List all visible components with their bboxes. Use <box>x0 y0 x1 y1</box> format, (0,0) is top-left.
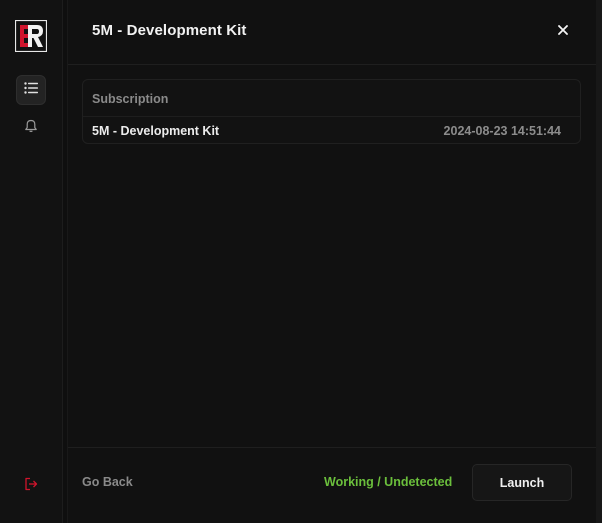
modal-title: 5M - Development Kit <box>92 22 247 39</box>
app-logo <box>14 19 48 53</box>
close-icon <box>558 22 568 40</box>
status-text: Working / Undetected <box>324 475 453 489</box>
close-button[interactable] <box>552 20 574 42</box>
subscription-card: Subscription 5M - Development Kit 2024-0… <box>82 79 581 144</box>
modal-header: 5M - Development Kit <box>68 0 596 65</box>
subscription-name: 5M - Development Kit <box>92 124 220 138</box>
subscription-header-label: Subscription <box>92 92 169 106</box>
list-icon <box>24 81 38 99</box>
subscription-card-header: Subscription <box>83 80 580 117</box>
backdrop <box>596 0 602 523</box>
go-back-button[interactable]: Go Back <box>82 475 133 489</box>
logout-icon <box>24 477 38 496</box>
subscription-date: 2024-08-23 14:51:44 <box>443 124 561 138</box>
logout-button[interactable] <box>16 471 46 501</box>
product-modal: 5M - Development Kit Subscription 5M - D… <box>67 0 597 523</box>
launch-button[interactable]: Launch <box>472 464 572 501</box>
modal-footer: Go Back Working / Undetected Launch <box>68 447 596 523</box>
sidebar <box>0 0 63 523</box>
sidebar-item-list[interactable] <box>16 75 46 105</box>
sidebar-item-notifications[interactable] <box>16 113 46 143</box>
app-window: 5M - Development Kit Subscription 5M - D… <box>0 0 602 523</box>
bell-icon <box>24 119 38 138</box>
